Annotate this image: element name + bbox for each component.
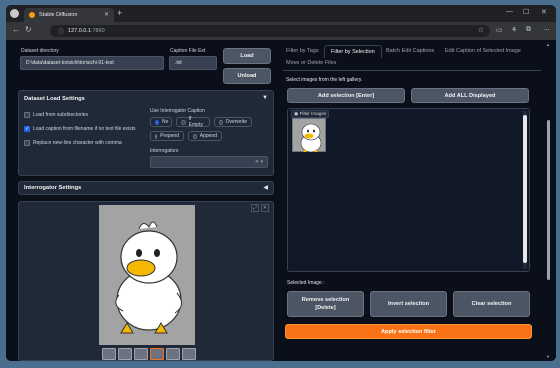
radio-append-label: Append: [199, 133, 217, 139]
expand-gallery-icon[interactable]: ⤢: [250, 204, 259, 212]
bookmark-star-icon[interactable]: ☆: [478, 26, 484, 34]
apply-selection-filter-button[interactable]: Apply selection filter: [285, 324, 532, 339]
url-port: :7860: [90, 28, 105, 34]
duck-illustration: [99, 205, 195, 345]
load-subdirs-label: Load from subdirectories: [33, 112, 89, 118]
radio-prepend-dot: [155, 133, 158, 139]
replace-newline-checkbox[interactable]: [24, 140, 30, 146]
maximize-icon[interactable]: ☐: [523, 8, 529, 16]
remove-selection-button[interactable]: Remove selection [Delete]: [287, 291, 364, 317]
remove-selection-label: Remove selection: [301, 297, 350, 303]
browser-tab[interactable]: Stable Diffusion ✕: [24, 8, 114, 22]
gallery-scrollbar-thumb[interactable]: [523, 115, 527, 263]
filter-images-label-text: Filter Images: [299, 111, 327, 116]
filter-images-gallery: ▣ Filter Images: [287, 108, 530, 272]
collapse-triangle-icon[interactable]: ▼: [262, 95, 268, 101]
load-subdirs-checkbox[interactable]: [24, 112, 30, 118]
radio-if-empty[interactable]: If Empty: [176, 116, 210, 128]
selection-instruction: Select images from the left gallery.: [286, 77, 363, 83]
collections-icon[interactable]: ⧉: [526, 26, 531, 34]
radio-prepend-label: Prepend: [160, 133, 179, 139]
image-gallery-panel: ⤢ ✕: [18, 201, 274, 361]
invert-selection-button[interactable]: Invert selection: [370, 291, 447, 317]
info-icon: ⓘ: [58, 29, 65, 36]
tab-batch-edit-captions[interactable]: Batch Edit Captions: [386, 48, 434, 54]
gallery-thumbnail[interactable]: [118, 348, 132, 360]
replace-newline-label: Replace new-line character with comma: [33, 140, 122, 146]
radio-overwrite-label: Overwrite: [225, 119, 247, 125]
preview-image[interactable]: [99, 205, 195, 345]
radio-overwrite[interactable]: Overwrite: [214, 117, 252, 127]
radio-if-empty-dot: [181, 119, 186, 125]
interrogator-settings-title: Interrogator Settings: [24, 185, 82, 191]
page-scrollbar-thumb[interactable]: [547, 120, 550, 280]
dataset-load-settings-panel: Dataset Load Settings ▼ Load from subdir…: [18, 90, 274, 176]
close-preview-icon[interactable]: ✕: [260, 204, 269, 212]
radio-append-dot: [193, 133, 197, 139]
dropdown-clear-chevron-icon[interactable]: ✕ ▾: [255, 159, 263, 165]
load-caption-label: Load caption from filename if no text fi…: [33, 126, 136, 132]
gallery-thumbnail[interactable]: [166, 348, 180, 360]
minimize-icon[interactable]: —: [506, 8, 513, 15]
interrogators-label: Interrogators: [150, 148, 179, 154]
radio-prepend[interactable]: Prepend: [150, 131, 184, 141]
load-settings-title: Dataset Load Settings: [24, 96, 85, 102]
tab-move-delete-files[interactable]: Move or Delete Files: [286, 60, 336, 66]
tabs-divider: [283, 70, 541, 71]
gallery-thumbnail[interactable]: [102, 348, 116, 360]
gallery-thumbnail[interactable]: [182, 348, 196, 360]
browser-window: Stable Diffusion ✕ + — ☐ ✕ ← ↻ ⓘ 127.0.0…: [6, 5, 556, 361]
url-host: 127.0.0.1: [68, 28, 91, 34]
dataset-dir-input[interactable]: D:\data\dataset-torisichi\torisichi-01-t…: [20, 56, 164, 70]
title-bar: Stable Diffusion ✕ + — ☐ ✕: [6, 5, 556, 22]
page-content: Dataset directory D:\data\dataset-torisi…: [6, 40, 556, 361]
gallery-thumbnail-selected[interactable]: [150, 348, 164, 360]
caption-ext-input[interactable]: .txt: [169, 56, 217, 70]
radio-no[interactable]: No: [150, 117, 172, 127]
duck-thumbnail-illustration: [300, 123, 322, 153]
tab-filter-by-selection[interactable]: Filter by Selection: [324, 45, 382, 58]
close-tab-icon[interactable]: ✕: [104, 11, 109, 18]
caption-ext-label: Caption File Ext: [170, 48, 206, 54]
tab-title: Stable Diffusion: [39, 12, 78, 18]
gallery-scrollbar[interactable]: [523, 111, 527, 269]
reload-icon[interactable]: ↻: [25, 25, 32, 34]
radio-no-dot: [155, 119, 159, 125]
radio-append[interactable]: Append: [188, 131, 222, 141]
extensions-icon[interactable]: ⚘: [511, 26, 517, 34]
filter-image-thumbnail[interactable]: [292, 118, 326, 153]
radio-if-empty-label: If Empty: [188, 116, 203, 128]
close-window-icon[interactable]: ✕: [541, 8, 547, 16]
add-selection-button[interactable]: Add selection [Enter]: [287, 88, 405, 103]
interrogators-dropdown[interactable]: ✕ ▾: [150, 156, 268, 168]
interrogator-caption-label: Use Interrogator Caption: [150, 108, 205, 114]
new-tab-icon[interactable]: +: [117, 8, 122, 18]
clear-selection-button[interactable]: Clear selection: [453, 291, 530, 317]
add-all-displayed-button[interactable]: Add ALL Displayed: [411, 88, 529, 103]
interrogator-settings-panel[interactable]: Interrogator Settings ◀: [18, 181, 274, 195]
scroll-up-icon[interactable]: ▲: [546, 42, 550, 47]
expand-triangle-icon[interactable]: ◀: [263, 184, 268, 191]
tab-edit-caption-selected[interactable]: Edit Caption of Selected Image: [445, 48, 521, 54]
gallery-thumbnail[interactable]: [134, 348, 148, 360]
load-button[interactable]: Load: [223, 48, 271, 64]
profile-icon[interactable]: [10, 9, 19, 18]
radio-overwrite-dot: [219, 119, 223, 125]
address-bar[interactable]: ⓘ 127.0.0.1:7860 ☆: [50, 25, 490, 37]
browser-toolbar: ← ↻ ⓘ 127.0.0.1:7860 ☆ ▭ ⚘ ⧉ ⋯: [6, 22, 556, 40]
tab-filter-by-tags[interactable]: Filter by Tags: [286, 48, 319, 54]
menu-icon[interactable]: ⋯: [543, 26, 550, 34]
favicon-icon: [29, 12, 35, 18]
filter-images-label: ▣ Filter Images: [291, 110, 330, 118]
radio-no-label: No: [162, 119, 169, 125]
reading-mode-icon[interactable]: ▭: [496, 26, 503, 34]
dataset-dir-label: Dataset directory: [21, 48, 59, 54]
selected-image-label: Selected Image :: [287, 280, 325, 286]
back-icon[interactable]: ←: [12, 25, 20, 34]
unload-button[interactable]: Unload: [223, 68, 271, 84]
load-caption-checkbox[interactable]: [24, 126, 30, 132]
remove-selection-hint: [Delete]: [315, 305, 336, 311]
scroll-down-icon[interactable]: ▼: [546, 354, 550, 359]
